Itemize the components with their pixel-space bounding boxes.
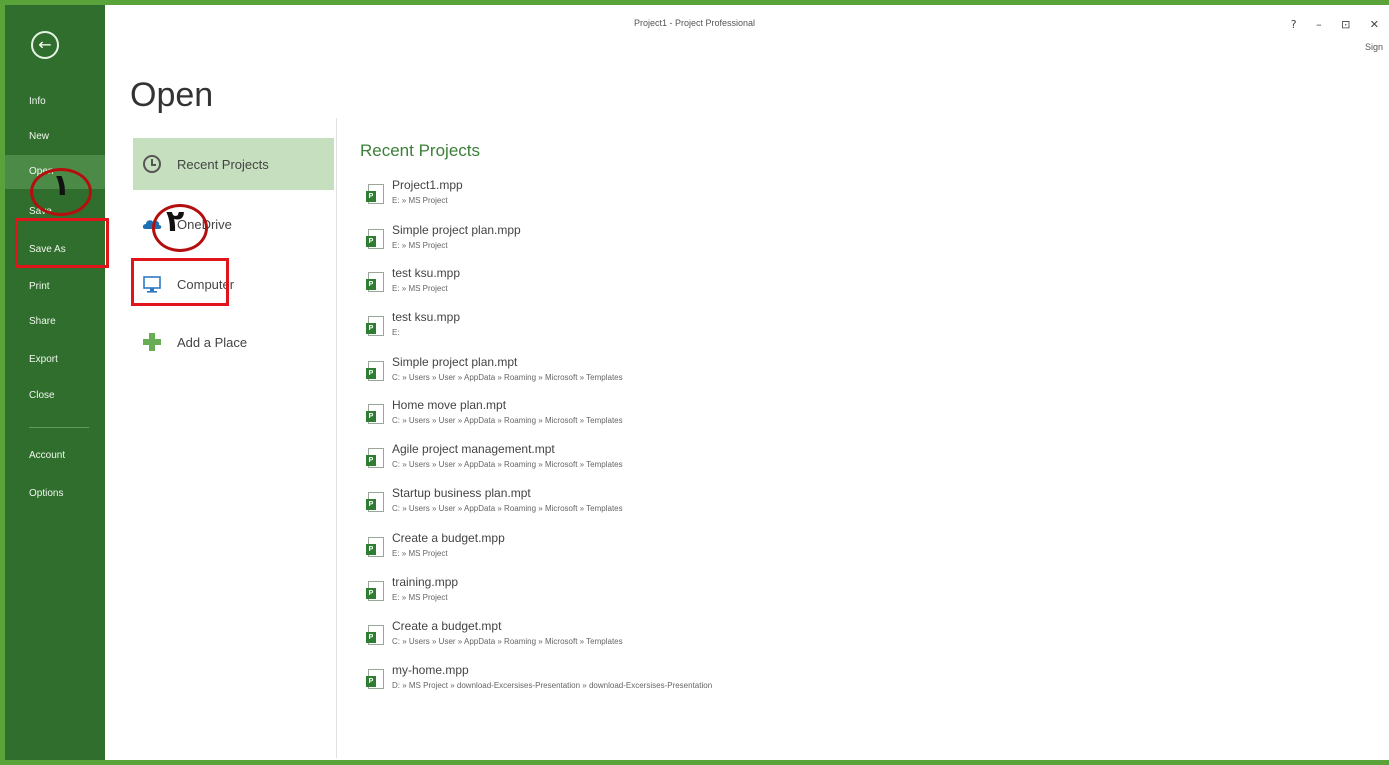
back-arrow-icon[interactable]: ←	[31, 31, 59, 59]
place-recent-projects[interactable]: Recent Projects	[133, 138, 334, 190]
file-path: E: » MS Project	[392, 196, 448, 205]
place-label: Add a Place	[177, 334, 248, 350]
file-path: C: » Users » User » AppData » Roaming » …	[392, 460, 623, 469]
nav-item-account[interactable]: Account	[5, 439, 105, 473]
recent-file-item[interactable]: P Simple project plan.mpt C: » Users » Use…	[366, 353, 786, 395]
project-file-icon: P	[366, 184, 384, 204]
project-file-icon: P	[366, 581, 384, 601]
project-file-icon: P	[366, 229, 384, 249]
nav-item-export[interactable]: Export	[5, 343, 105, 377]
nav-item-share[interactable]: Share	[5, 305, 105, 339]
file-name: test ksu.mpp	[392, 266, 461, 280]
recent-file-item[interactable]: Ptest ksu.mpp E:	[366, 308, 786, 350]
project-file-icon: P	[366, 404, 384, 424]
project-file-icon: P	[366, 361, 384, 381]
place-add-a-place[interactable]: Add a Place	[133, 316, 334, 368]
project-file-icon: P	[366, 492, 384, 512]
pane-divider	[336, 118, 337, 758]
file-path: C: » Users » User » AppData » Roaming » …	[392, 637, 623, 646]
file-name: Startup business plan.mpt	[392, 486, 531, 500]
nav-item-info[interactable]: Info	[5, 85, 105, 119]
project-file-icon: P	[366, 272, 384, 292]
step-1-number: ١	[52, 168, 71, 203]
nav-separator	[29, 427, 89, 428]
file-path: E: » MS Project	[392, 549, 448, 558]
project-file-icon: P	[366, 448, 384, 468]
file-name: Create a budget.mpt	[392, 619, 502, 633]
backstage-nav: ← Info New Open Save Save As Print Share…	[5, 5, 105, 760]
nav-item-print[interactable]: Print	[5, 270, 105, 304]
place-label: Recent Projects	[177, 156, 269, 172]
project-file-icon: P	[366, 669, 384, 689]
file-path: C: » Users » User » AppData » Roaming » …	[392, 504, 623, 513]
file-name: Create a budget.mpp	[392, 531, 505, 545]
file-name: test ksu.mpp	[392, 310, 461, 324]
project-file-icon: P	[366, 537, 384, 557]
computer-highlight-box	[131, 258, 229, 306]
nav-item-close[interactable]: Close	[5, 379, 105, 413]
recent-projects-heading: Recent Projects	[360, 141, 480, 160]
file-name: my-home.mpp	[392, 663, 469, 677]
nav-item-new[interactable]: New	[5, 120, 105, 154]
recent-file-item[interactable]: Ptraining.mpp E: » MS Project	[366, 573, 786, 615]
window-title: Project1 - Project Professional	[633, 18, 756, 28]
window-controls[interactable]: ? – ⊡ ✕	[1291, 18, 1387, 31]
file-name: training.mpp	[392, 575, 459, 589]
sign-in-link[interactable]: Sign	[1365, 42, 1383, 52]
nav-item-options[interactable]: Options	[5, 477, 105, 511]
file-name: Project1.mpp	[392, 178, 463, 192]
file-path: C: » Users » User » AppData » Roaming » …	[392, 373, 623, 382]
recent-file-item[interactable]: P Create a budget.mpp E: » MS Project	[366, 529, 786, 571]
file-name: Simple project plan.mpp	[392, 223, 521, 237]
recent-file-item[interactable]: P Home move plan.mpt C: » Users » User » A…	[366, 396, 786, 438]
file-path: E:	[392, 328, 400, 337]
file-path: D: » MS Project » download-Excersises-Pr…	[392, 681, 713, 690]
file-path: C: » Users » User » AppData » Roaming » …	[392, 416, 623, 425]
clock-icon	[141, 153, 163, 175]
file-path: E: » MS Project	[392, 241, 448, 250]
plus-icon	[141, 331, 163, 353]
file-path: E: » MS Project	[392, 593, 448, 602]
page-title: Open	[130, 76, 214, 114]
recent-file-item[interactable]: P Agile project management.mpt C: » Users …	[366, 440, 786, 482]
save-as-highlight-box	[15, 218, 109, 268]
project-file-icon: P	[366, 625, 384, 645]
project-file-icon: P	[366, 316, 384, 336]
recent-file-item[interactable]: Pmy-home.mpp D: » MS Project » download-E…	[366, 661, 786, 703]
recent-file-item[interactable]: Ptest ksu.mpp E: » MS Project	[366, 264, 786, 306]
recent-file-item[interactable]: P Project1.mpp E: » MS Project	[366, 176, 786, 218]
step-2-number: ٢	[166, 204, 185, 239]
file-name: Home move plan.mpt	[392, 398, 507, 412]
recent-file-item[interactable]: P Simple project plan.mpp E: » MS Project	[366, 221, 786, 263]
file-name: Simple project plan.mpt	[392, 355, 518, 369]
file-path: E: » MS Project	[392, 284, 448, 293]
file-name: Agile project management.mpt	[392, 442, 555, 456]
recent-file-item[interactable]: P Startup business plan.mpt C: » Users » U…	[366, 484, 786, 526]
recent-file-item[interactable]: P Create a budget.mpt C: » Users » User » …	[366, 617, 786, 659]
